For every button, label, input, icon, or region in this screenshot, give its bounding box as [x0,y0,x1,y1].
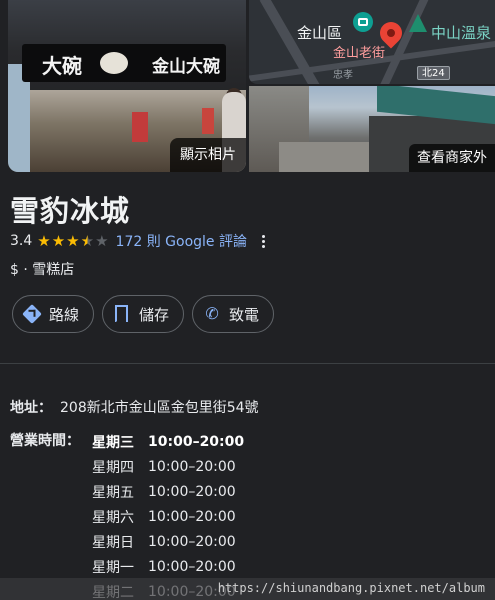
section-divider [0,363,495,364]
map-spa-label: 中山溫泉 [431,24,492,42]
directions-icon [22,304,42,324]
street-view-thumbnail[interactable]: 查看商家外 [249,86,495,172]
star-icon: ★ [51,231,66,250]
map-side-label: 忠孝 [333,70,353,81]
phone-icon: ✆ [205,304,219,323]
directions-label: 路線 [49,305,80,324]
empty-star-icon: ★ [95,231,109,250]
bookmark-icon [113,305,131,323]
save-button[interactable]: 儲存 [102,295,185,333]
storefront-photo[interactable]: 大碗 金山大碗 顯示相片 [8,0,246,172]
star-icon: ★ [66,231,80,250]
media-strip: 大碗 金山大碗 顯示相片 金山區 金山老街 中山溫泉 忠孝 北24 查看商家外 [8,0,495,172]
hours-label: 營業時間： [10,433,80,449]
more-options-icon[interactable] [259,234,269,248]
hours-time: 10:00–20:00 [148,483,236,500]
show-photos-button[interactable]: 顯示相片 [170,138,246,172]
action-bar: 路線 儲存 ✆ 致電 [12,295,275,333]
price-category: $ · 雪糕店 [10,262,75,278]
photo-red-banner-2 [202,108,214,134]
hours-day: 星期日 [92,534,134,551]
hours-time: 10:00–20:00 [148,558,236,575]
hours-day: 星期五 [92,484,134,501]
camera-icon [353,12,373,32]
watermark-text: https://shiunandbang.pixnet.net/album [217,581,485,595]
photo-sign-text-right: 金山大碗 [152,57,220,77]
hours-day: 星期四 [92,459,134,476]
hours-row: 星期一 10:00–20:00 [92,554,244,579]
park-icon [409,14,427,32]
directions-button[interactable]: 路線 [12,295,95,333]
map-district-label: 金山區 [297,24,343,42]
address-row: 地址： 208新北市金山區金包里街54號 [10,397,259,417]
hours-day: 星期六 [92,509,134,526]
call-button[interactable]: ✆ 致電 [192,295,275,333]
hours-day: 星期三 [92,434,134,451]
hours-row: 星期日 10:00–20:00 [92,529,244,554]
photo-red-banner [132,112,148,142]
hours-table[interactable]: 星期三 10:00–20:00 星期四 10:00–20:00 星期五 10:0… [92,429,244,600]
route-badge: 北24 [417,66,450,80]
hours-time: 10:00–20:00 [148,433,245,450]
rating-row: 3.4 ★ ★ ★ ★ ★ 172 則 Google 評論 [10,231,269,251]
hours-row: 星期三 10:00–20:00 [92,429,244,454]
hours-time: 10:00–20:00 [148,508,236,525]
address-value[interactable]: 208新北市金山區金包里街54號 [60,400,259,416]
star-rating: ★ ★ ★ ★ ★ [37,231,109,250]
hours-row: 星期四 10:00–20:00 [92,454,244,479]
hours-time: 10:00–20:00 [148,533,236,550]
street-view-button[interactable]: 查看商家外 [409,144,495,172]
photo-sign-bowl [100,52,128,74]
rating-value: 3.4 [10,233,33,249]
hours-row: 星期六 10:00–20:00 [92,504,244,529]
call-label: 致電 [229,305,260,324]
place-name: 雪豹冰城 [10,194,131,228]
address-label: 地址： [10,400,52,416]
reviews-link[interactable]: 172 則 Google 評論 [116,231,247,251]
star-icon: ★ [37,231,51,250]
photo-sign-text-left: 大碗 [42,54,82,78]
hours-row: 星期五 10:00–20:00 [92,479,244,504]
map-street-label: 金山老街 [333,46,386,61]
hours-day: 星期一 [92,559,134,576]
save-label: 儲存 [139,305,170,324]
half-star-icon: ★ [80,231,95,250]
hours-time: 10:00–20:00 [148,458,236,475]
map-thumbnail[interactable]: 金山區 金山老街 中山溫泉 忠孝 北24 [249,0,495,84]
